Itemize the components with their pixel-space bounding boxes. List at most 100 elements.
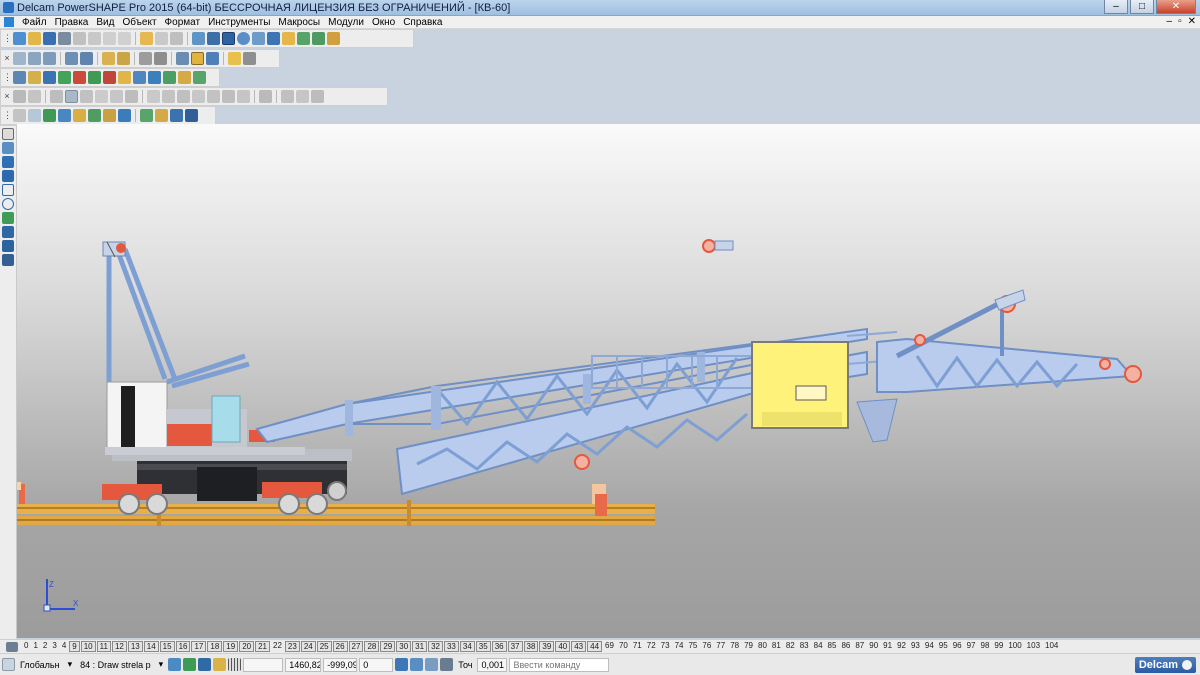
level-button[interactable]: 17 [191,641,207,652]
chamfer-icon[interactable] [110,90,123,103]
level-button[interactable]: 39 [539,641,555,652]
level-button[interactable]: 103 [1025,641,1042,652]
plate-icon[interactable] [118,109,131,122]
toolbar-close[interactable]: × [3,52,11,65]
level-button[interactable]: 14 [143,641,159,652]
menu-view[interactable]: Вид [92,16,118,29]
level-button[interactable]: 37 [507,641,523,652]
level-button[interactable]: 3 [50,641,58,652]
level-button[interactable]: 74 [673,641,686,652]
nut-icon[interactable] [103,109,116,122]
surface-icon[interactable] [282,32,295,45]
coord-y-field[interactable]: -999,09 [323,657,358,672]
level-button[interactable]: 82 [784,641,797,652]
feature-7-icon[interactable] [237,90,250,103]
zoom-window-icon[interactable] [139,52,152,65]
new-file-icon[interactable] [13,32,26,45]
circle-draw-icon[interactable] [2,198,14,210]
toolbar-grip[interactable]: ⋮ [3,71,12,84]
intersect-icon[interactable] [50,90,63,103]
level-button[interactable]: 33 [443,641,459,652]
level-button[interactable]: 80 [756,641,769,652]
level-button[interactable]: 20 [239,641,255,652]
menu-format[interactable]: Формат [161,16,205,29]
solid-tool-icon[interactable] [2,226,14,238]
level-button[interactable]: 99 [992,641,1005,652]
level-button[interactable]: 24 [300,641,316,652]
circle-icon[interactable] [237,32,250,45]
feature-3-icon[interactable] [177,90,190,103]
level-select[interactable]: 84 : Draw strela p [77,660,154,670]
toolbar-close[interactable]: × [3,90,11,103]
tree-icon[interactable] [281,90,294,103]
level-button[interactable]: 71 [631,641,644,652]
level-button[interactable]: 95 [937,641,950,652]
arc-icon[interactable] [2,170,14,182]
open-folder-icon[interactable] [28,32,41,45]
history-icon[interactable] [259,90,272,103]
menu-object[interactable]: Объект [118,16,160,29]
toolbar-grip[interactable]: ⋮ [3,32,12,45]
level-manager-icon[interactable] [6,641,18,652]
revolve-icon[interactable] [148,71,161,84]
level-button[interactable]: 30 [396,641,412,652]
coord-z-field[interactable]: 0 [359,657,394,672]
level-button[interactable]: 81 [770,641,783,652]
feature-6-icon[interactable] [222,90,235,103]
level-button[interactable]: 4 [60,641,68,652]
doc-open-icon[interactable] [28,71,41,84]
level-button[interactable]: 77 [714,641,727,652]
save-icon[interactable] [43,32,56,45]
copy-icon[interactable] [88,32,101,45]
extrude-icon[interactable] [133,71,146,84]
level-button[interactable]: 86 [839,641,852,652]
surface-tool-icon[interactable] [2,212,14,224]
level-button[interactable]: 70 [617,641,630,652]
menu-file[interactable]: Файл [18,16,51,29]
level-button[interactable]: 79 [742,641,755,652]
undo-icon[interactable] [140,32,153,45]
level-button[interactable]: 31 [412,641,428,652]
light-icon[interactable] [228,52,241,65]
layer-icon[interactable] [168,658,182,671]
view-front-icon[interactable] [43,52,56,65]
select-arrow-icon[interactable] [2,128,14,140]
command-input[interactable] [509,657,610,672]
rotate-view-icon[interactable] [80,52,93,65]
blend-icon[interactable] [178,71,191,84]
mesh-icon[interactable] [312,32,325,45]
bolt-icon[interactable] [88,109,101,122]
solid-icon[interactable] [297,32,310,45]
level-button[interactable]: 1 [31,641,39,652]
mdi-restore-button[interactable]: ▫ [1178,16,1182,27]
menu-edit[interactable]: Правка [51,16,93,29]
sphere-blue-icon[interactable] [43,71,56,84]
dimension-icon[interactable] [2,240,14,252]
level-button[interactable]: 22 [271,641,284,652]
level-button[interactable]: 27 [348,641,364,652]
level-button[interactable]: 26 [332,641,348,652]
level-button[interactable]: 69 [603,641,616,652]
level-button[interactable]: 0 [22,641,30,652]
rectangle-icon[interactable] [2,184,14,196]
intelligent-cursor-icon[interactable] [198,658,212,671]
toolbar-grip[interactable]: ⋮ [3,109,12,122]
sweep-icon[interactable] [163,71,176,84]
level-button[interactable]: 43 [571,641,587,652]
assembly-icon[interactable] [28,109,41,122]
annotation-icon[interactable] [2,254,14,266]
general-edit-icon[interactable] [2,142,14,154]
level-button[interactable]: 97 [965,641,978,652]
paste-icon[interactable] [103,32,116,45]
line-icon[interactable] [2,156,14,168]
torus-icon[interactable] [103,71,116,84]
select-icon[interactable] [222,32,235,45]
fillet-icon[interactable] [193,71,206,84]
settings-icon[interactable] [213,658,227,671]
workplane-select[interactable]: Глобальн [17,660,63,670]
workplane-icon[interactable] [2,658,15,671]
menu-window[interactable]: Окно [368,16,399,29]
boolean-add-icon[interactable] [13,90,26,103]
level-button[interactable]: 11 [96,641,111,652]
grid-icon[interactable] [228,658,242,671]
